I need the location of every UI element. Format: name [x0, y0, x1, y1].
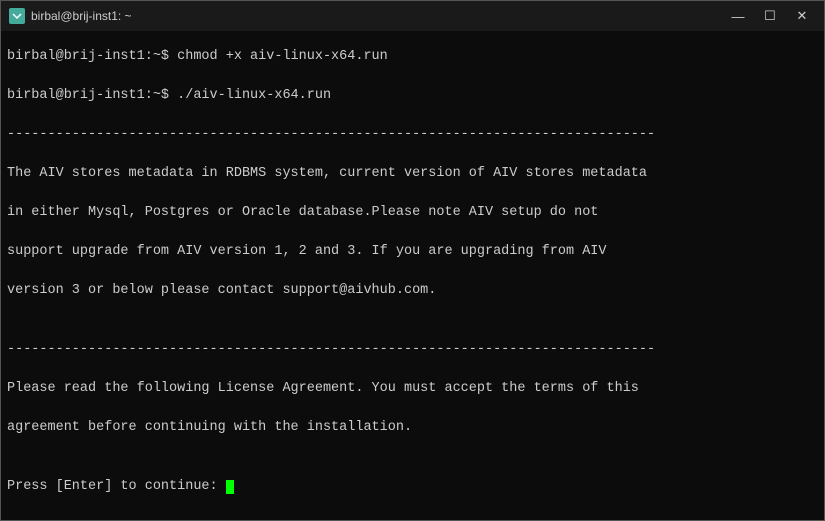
terminal-line: agreement before continuing with the ins…	[7, 418, 818, 438]
terminal-line: support upgrade from AIV version 1, 2 an…	[7, 242, 818, 262]
terminal-line: ----------------------------------------…	[7, 340, 818, 360]
title-bar-left: birbal@brij-inst1: ~	[9, 8, 132, 24]
maximize-button[interactable]: ☐	[756, 6, 784, 26]
terminal-line: birbal@brij-inst1:~$ chmod +x aiv-linux-…	[7, 47, 818, 67]
terminal-line: in either Mysql, Postgres or Oracle data…	[7, 203, 818, 223]
title-bar: birbal@brij-inst1: ~ — ☐ ✕	[1, 1, 824, 31]
terminal-window: birbal@brij-inst1: ~ — ☐ ✕ Saving to: 'a…	[0, 0, 825, 521]
terminal-line: The AIV stores metadata in RDBMS system,…	[7, 164, 818, 184]
terminal-icon	[9, 8, 25, 24]
window-controls: — ☐ ✕	[724, 6, 816, 26]
window-title: birbal@brij-inst1: ~	[31, 9, 132, 23]
terminal-cursor	[226, 480, 234, 494]
terminal-line: ----------------------------------------…	[7, 125, 818, 145]
terminal-output[interactable]: Saving to: 'aiv-linux-x64.run?dl=0' aiv-…	[1, 31, 824, 520]
close-button[interactable]: ✕	[788, 6, 816, 26]
minimize-button[interactable]: —	[724, 6, 752, 26]
terminal-line: birbal@brij-inst1:~$ ./aiv-linux-x64.run	[7, 86, 818, 106]
terminal-line: Please read the following License Agreem…	[7, 379, 818, 399]
terminal-line: version 3 or below please contact suppor…	[7, 281, 818, 301]
terminal-line: Press [Enter] to continue:	[7, 477, 818, 497]
